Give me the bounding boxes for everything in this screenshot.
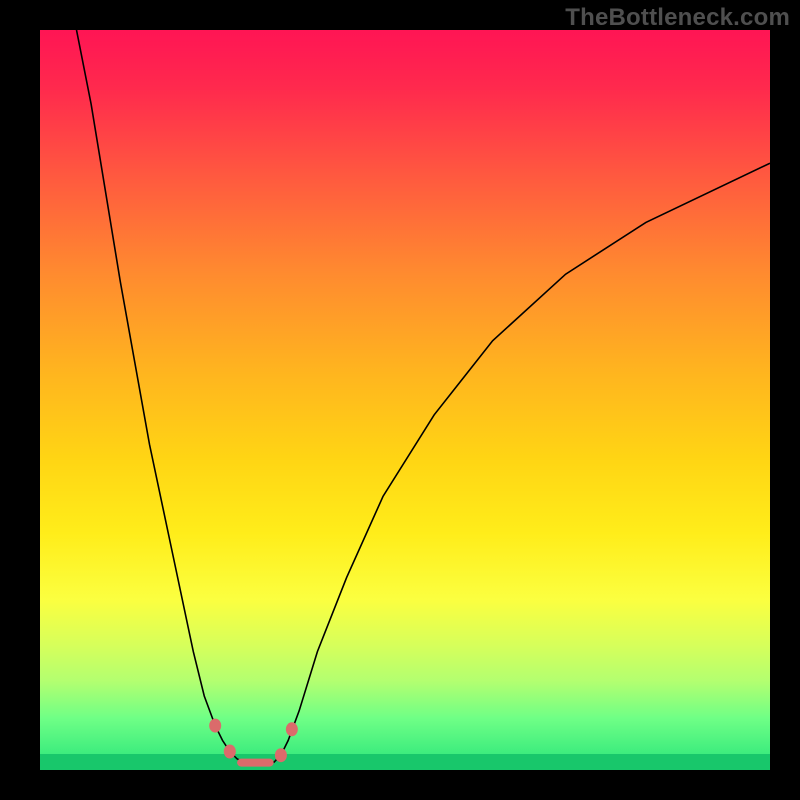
marker-dot-0 xyxy=(209,719,221,733)
plot-area xyxy=(40,30,770,770)
watermark-text: TheBottleneck.com xyxy=(565,4,790,32)
marker-group xyxy=(209,719,298,767)
marker-dot-2 xyxy=(275,748,287,762)
chart-frame: TheBottleneck.com xyxy=(0,0,800,800)
curves-layer xyxy=(40,30,770,770)
valley-bar xyxy=(237,759,274,767)
marker-dot-1 xyxy=(224,745,236,759)
curve-left-branch xyxy=(77,30,245,763)
curve-right-branch xyxy=(274,163,770,762)
marker-dot-3 xyxy=(286,722,298,736)
